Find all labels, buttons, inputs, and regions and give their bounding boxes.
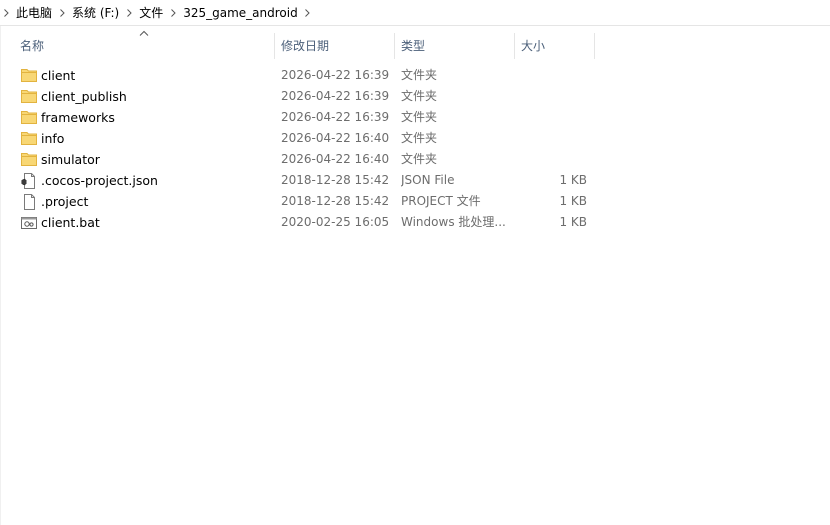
file-type: 文件夹 (401, 152, 438, 166)
file-size (515, 65, 587, 86)
file-type: PROJECT 文件 (401, 194, 481, 208)
breadcrumb-item-drive[interactable]: 系统 (F:) (68, 0, 123, 26)
file-modified: 2026-04-22 16:39 (281, 89, 390, 103)
file-name: client.bat (41, 215, 100, 230)
file-row-frameworks[interactable]: frameworks 2026-04-22 16:39 文件夹 (0, 107, 830, 128)
column-header-name[interactable]: 名称 (14, 33, 274, 59)
chevron-right-icon[interactable] (56, 0, 68, 26)
file-size (515, 86, 587, 107)
folder-icon (21, 128, 37, 149)
file-name: .cocos-project.json (41, 173, 158, 188)
folder-icon (21, 149, 37, 170)
breadcrumb-item-this-pc[interactable]: 此电脑 (12, 0, 56, 26)
file-modified: 2026-04-22 16:39 (281, 110, 390, 124)
column-divider[interactable] (594, 33, 595, 59)
column-header-row: 名称 修改日期 类型 大小 (0, 26, 830, 62)
file-type: JSON File (401, 173, 455, 187)
breadcrumb-item-current-folder[interactable]: 325_game_android (179, 0, 302, 26)
folder-icon (21, 86, 37, 107)
file-modified: 2018-12-28 15:42 (281, 194, 390, 208)
file-name: simulator (41, 152, 100, 167)
file-size (515, 128, 587, 149)
file-type: 文件夹 (401, 131, 438, 145)
chevron-right-icon[interactable] (123, 0, 135, 26)
file-size: 1 KB (559, 194, 587, 208)
file-type: Windows 批处理... (401, 215, 506, 229)
file-modified: 2018-12-28 15:42 (281, 173, 390, 187)
file-row-client-publish[interactable]: client_publish 2026-04-22 16:39 文件夹 (0, 86, 830, 107)
breadcrumb-item-files[interactable]: 文件 (135, 0, 167, 26)
file-modified: 2026-04-22 16:39 (281, 68, 390, 82)
chevron-right-icon[interactable] (0, 0, 12, 26)
json-file-icon (21, 170, 37, 191)
file-name: client_publish (41, 89, 127, 104)
file-size: 1 KB (559, 173, 587, 187)
file-row-info[interactable]: info 2026-04-22 16:40 文件夹 (0, 128, 830, 149)
file-name: info (41, 131, 65, 146)
file-type: 文件夹 (401, 68, 438, 82)
folder-icon (21, 107, 37, 128)
file-type: 文件夹 (401, 110, 438, 124)
blank-file-icon (21, 191, 37, 212)
file-modified: 2026-04-22 16:40 (281, 131, 390, 145)
file-name: frameworks (41, 110, 115, 125)
file-size (515, 107, 587, 128)
column-header-size[interactable]: 大小 (515, 33, 594, 59)
file-name: .project (41, 194, 89, 209)
column-header-date[interactable]: 修改日期 (275, 33, 394, 59)
file-name: client (41, 68, 76, 83)
chevron-right-icon[interactable] (167, 0, 179, 26)
file-size (515, 149, 587, 170)
file-row-project[interactable]: .project 2018-12-28 15:42 PROJECT 文件 1 K… (0, 191, 830, 212)
file-row-client[interactable]: client 2026-04-22 16:39 文件夹 (0, 65, 830, 86)
batch-file-icon (21, 212, 37, 233)
chevron-right-icon[interactable] (302, 0, 314, 26)
file-size: 1 KB (559, 215, 587, 229)
file-explorer-window: 此电脑 系统 (F:) 文件 325_game_android 名称 修改日期 … (0, 0, 830, 525)
breadcrumb: 此电脑 系统 (F:) 文件 325_game_android (0, 0, 830, 26)
file-list: client 2026-04-22 16:39 文件夹 client_publi… (0, 65, 830, 233)
file-row-client-bat[interactable]: client.bat 2020-02-25 16:05 Windows 批处理.… (0, 212, 830, 233)
file-modified: 2026-04-22 16:40 (281, 152, 390, 166)
folder-icon (21, 65, 37, 86)
file-row-cocos-project-json[interactable]: .cocos-project.json 2018-12-28 15:42 JSO… (0, 170, 830, 191)
file-modified: 2020-02-25 16:05 (281, 215, 390, 229)
file-row-simulator[interactable]: simulator 2026-04-22 16:40 文件夹 (0, 149, 830, 170)
file-type: 文件夹 (401, 89, 438, 103)
column-header-type[interactable]: 类型 (395, 33, 514, 59)
